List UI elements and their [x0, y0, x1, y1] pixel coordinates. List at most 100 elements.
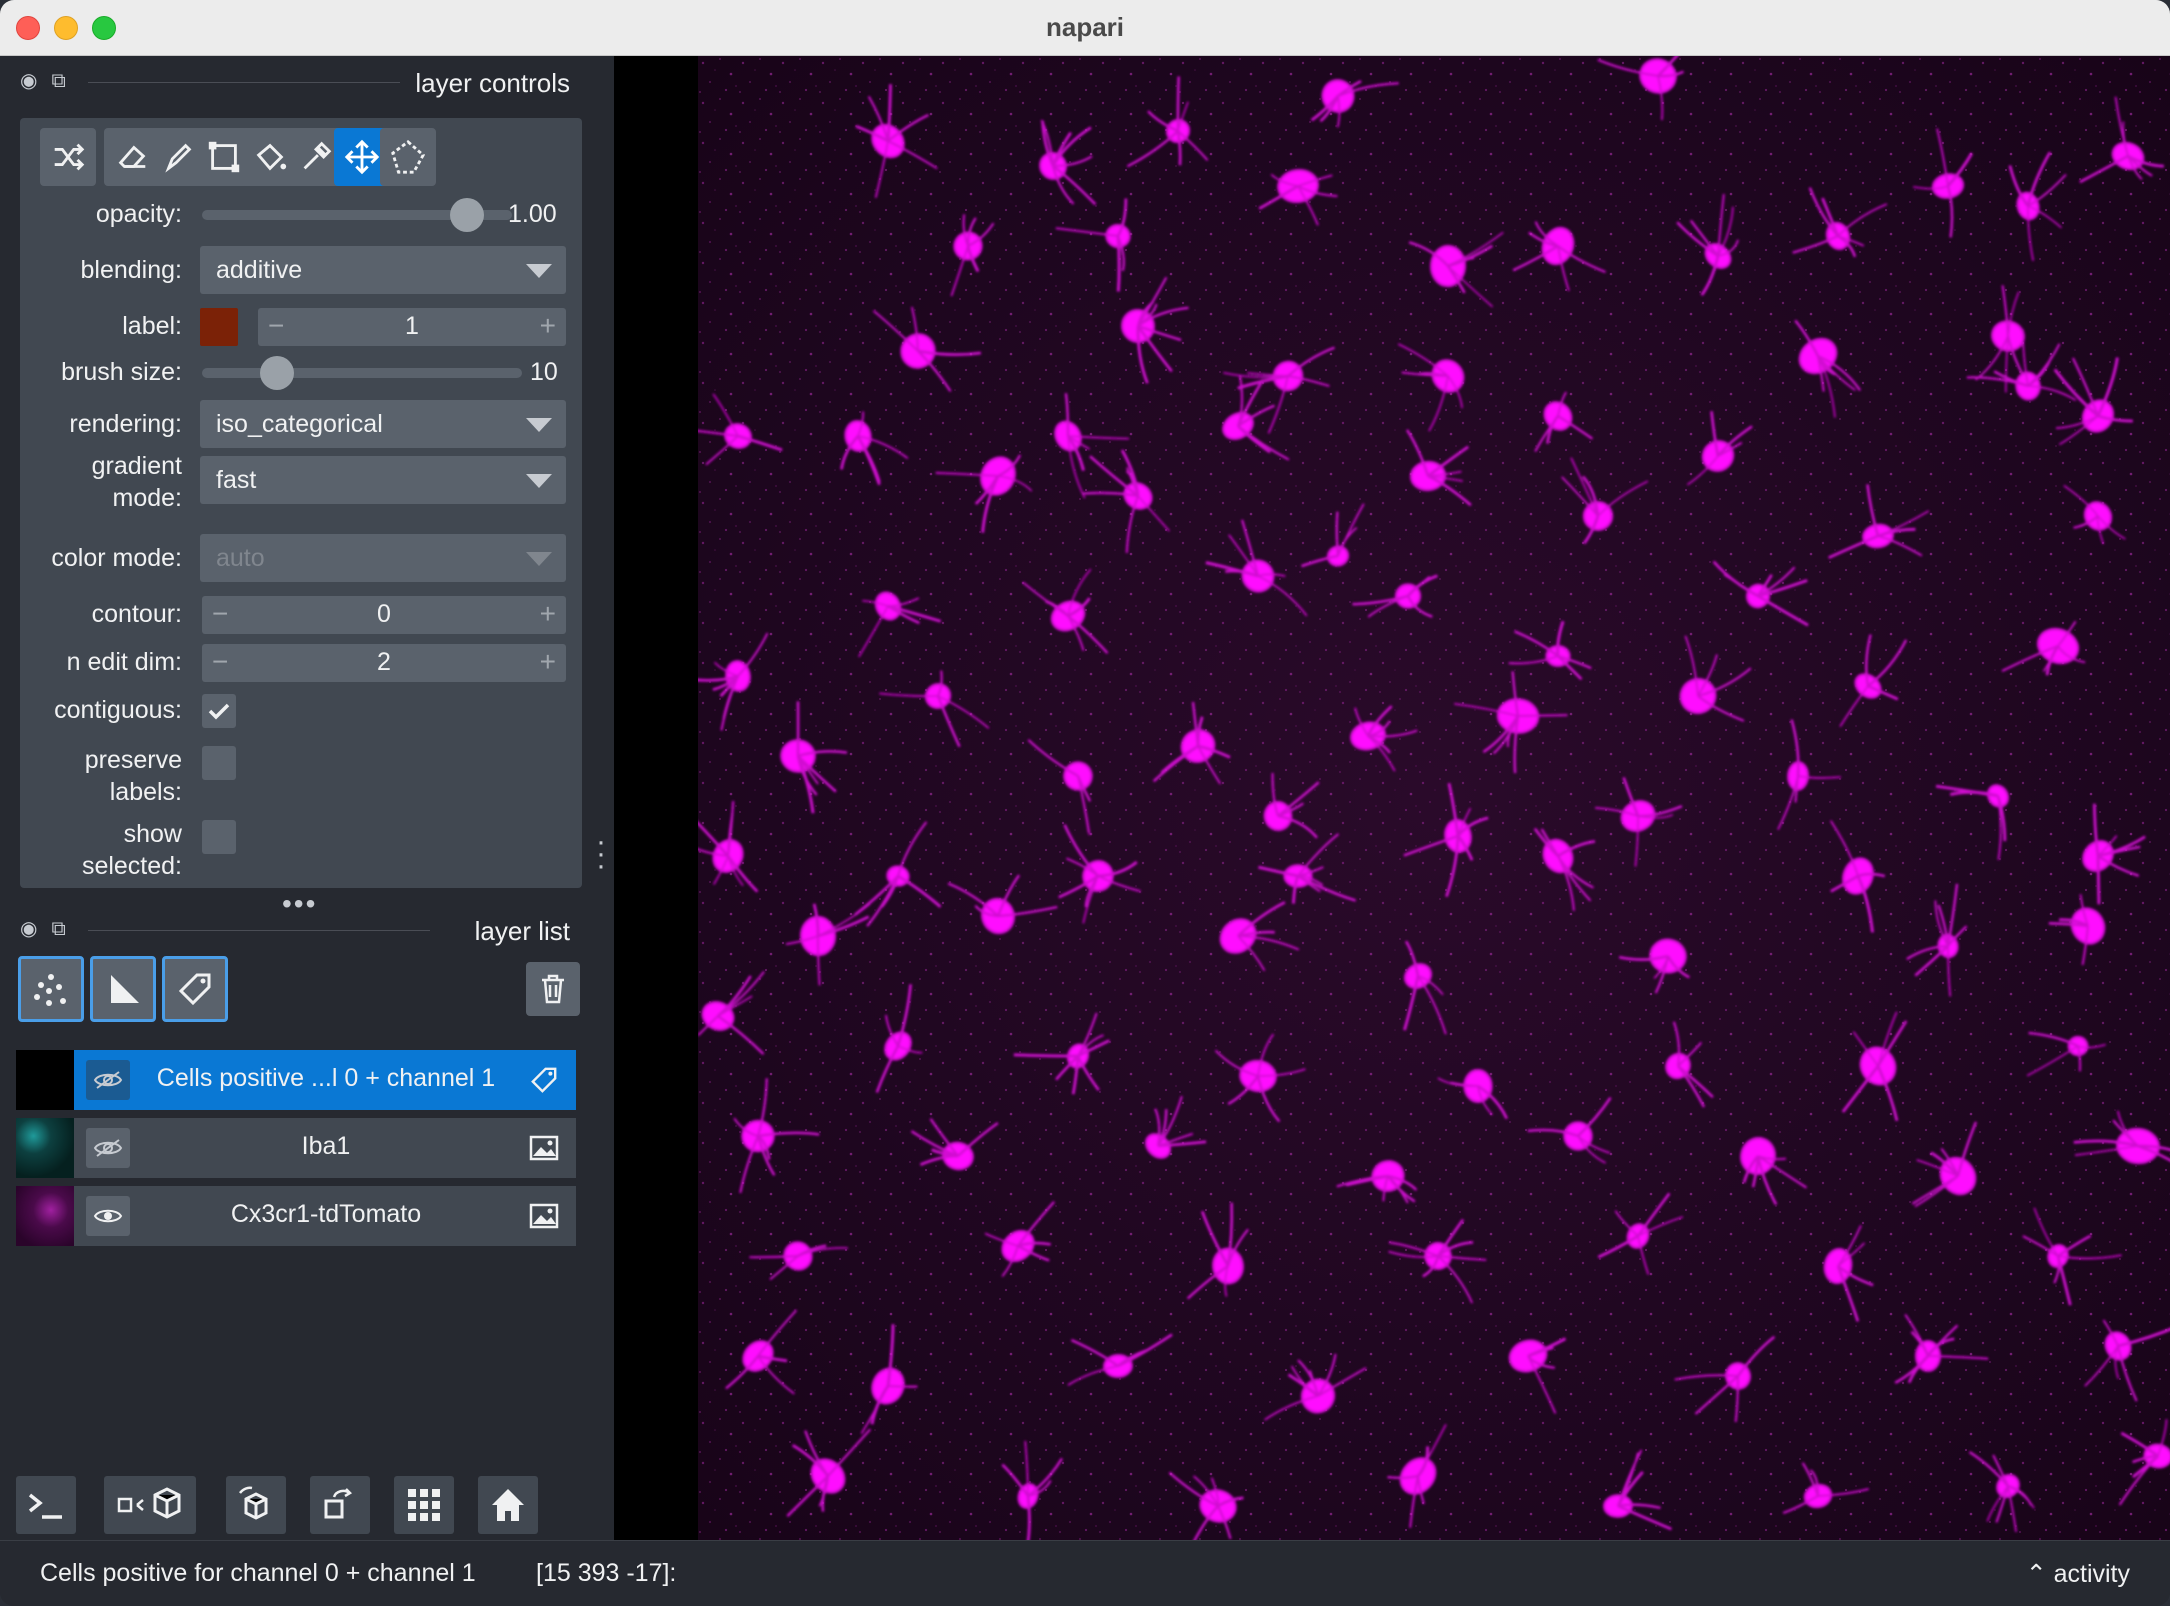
title-bar: napari — [0, 0, 2170, 56]
console-button[interactable] — [16, 1476, 76, 1534]
layer-list-title: layer list — [474, 916, 570, 946]
microscopy-image[interactable] — [698, 56, 2170, 1540]
color-mode-value: auto — [216, 544, 265, 572]
grid-view-button[interactable] — [394, 1476, 454, 1534]
dock-title-divider — [88, 930, 430, 931]
layer-visibility-toggle[interactable] — [86, 1128, 130, 1168]
layer-controls-panel: opacity: 1.00 blending: additive label: … — [20, 118, 582, 888]
label-spinbox[interactable]: − 1 + — [258, 308, 566, 346]
dock-splitter-handle[interactable]: · · · — [596, 827, 606, 881]
label-color-swatch[interactable] — [200, 308, 238, 346]
new-points-layer-button[interactable] — [18, 956, 84, 1022]
label-label: label: — [122, 312, 182, 340]
gradient-mode-dropdown[interactable]: fast — [200, 456, 566, 504]
image-icon — [529, 1135, 559, 1161]
checkmark-icon — [208, 703, 230, 720]
layer-controls-title: layer controls — [415, 68, 570, 98]
shuffle-colors-button[interactable] — [40, 128, 96, 186]
n-edit-dim-value: 2 — [377, 648, 391, 676]
cell-process — [1517, 714, 1568, 717]
layer-name[interactable]: Iba1 — [136, 1132, 516, 1161]
grid-icon — [408, 1489, 440, 1521]
brush-size-value: 10 — [530, 358, 558, 386]
transpose-button[interactable] — [310, 1476, 370, 1534]
status-layer-name: Cells positive for channel 0 + channel 1 — [40, 1559, 476, 1587]
preserve-labels-checkbox[interactable] — [202, 746, 236, 780]
polygon-select-button[interactable] — [380, 128, 436, 186]
brush-size-slider-track[interactable] — [202, 368, 522, 378]
opacity-value: 1.00 — [508, 200, 557, 228]
blending-dropdown[interactable]: additive — [200, 246, 566, 294]
opacity-label: opacity: — [95, 200, 182, 228]
home-icon — [492, 1489, 524, 1521]
layer-row-cells-positive[interactable]: Cells positive ...l 0 + channel 1 — [16, 1050, 576, 1110]
dock-float-icons[interactable]: ◉⧉ — [20, 68, 80, 93]
status-bar: Cells positive for channel 0 + channel 1… — [0, 1540, 2170, 1606]
new-shapes-layer-button[interactable] — [90, 956, 156, 1022]
chevron-down-icon — [526, 418, 552, 432]
polygon-select-icon — [391, 139, 426, 174]
transform-icon — [208, 141, 240, 173]
layer-row-iba1[interactable]: Iba1 — [16, 1118, 576, 1178]
window-title: napari — [1045, 12, 1125, 42]
labels-icon — [178, 973, 211, 1006]
pan-zoom-icon — [344, 139, 380, 175]
contour-spinbox[interactable]: − 0 + — [202, 596, 566, 634]
rendering-label: rendering: — [69, 410, 182, 438]
2d-3d-toggle-icon — [117, 1487, 181, 1519]
layer-name[interactable]: Cells positive ...l 0 + channel 1 — [136, 1064, 516, 1093]
layer-row-cx3cr1-tdtomato[interactable]: Cx3cr1-tdTomato — [16, 1186, 576, 1246]
contiguous-label: contiguous: — [54, 696, 182, 724]
activity-label: activity — [2053, 1560, 2130, 1588]
rendering-dropdown[interactable]: iso_categorical — [200, 400, 566, 448]
gradient-mode-label-line2: mode: — [112, 484, 182, 512]
layer-controls-dock-title: ◉⧉ layer controls — [0, 62, 600, 98]
n-edit-dim-spinbox[interactable]: − 2 + — [202, 644, 566, 682]
cell-process — [2096, 855, 2101, 905]
fill-bucket-icon — [256, 143, 287, 171]
cell-process — [1013, 1053, 1079, 1058]
color-mode-dropdown: auto — [200, 534, 566, 582]
preserve-labels-label-line1: preserve — [84, 746, 182, 774]
viewer-canvas[interactable] — [614, 56, 2170, 1540]
chevron-down-icon — [526, 264, 552, 278]
increment-icon[interactable]: + — [540, 310, 556, 342]
brush-size-slider-handle[interactable] — [260, 356, 294, 390]
brush-size-label: brush size: — [61, 358, 182, 386]
contour-value: 0 — [377, 600, 391, 628]
show-selected-label-line1: show — [123, 820, 182, 848]
show-selected-checkbox[interactable] — [202, 820, 236, 854]
layer-thumbnail — [16, 1050, 74, 1110]
layer-name[interactable]: Cx3cr1-tdTomato — [136, 1200, 516, 1229]
cell-process — [1116, 235, 1121, 292]
color-picker-icon — [303, 141, 332, 170]
rendering-value: iso_categorical — [216, 410, 383, 438]
terminal-icon — [28, 1493, 62, 1519]
dock-title-divider — [88, 82, 400, 83]
chevron-down-icon — [526, 474, 552, 488]
points-icon — [34, 974, 66, 1006]
layer-list-dock-title: ◉⧉ layer list — [0, 910, 600, 946]
contiguous-checkbox[interactable] — [202, 694, 236, 728]
preserve-labels-label-line2: labels: — [109, 778, 182, 806]
increment-icon[interactable]: + — [540, 598, 556, 630]
layer-visibility-toggle[interactable] — [86, 1196, 130, 1236]
gradient-mode-label-line1: gradient — [91, 452, 182, 480]
cell-process — [887, 1384, 918, 1388]
cell-process — [1176, 76, 1180, 132]
delete-layer-button[interactable] — [526, 962, 580, 1016]
image-icon — [529, 1203, 559, 1229]
ndisplay-toggle-button[interactable] — [104, 1476, 196, 1534]
increment-icon[interactable]: + — [540, 646, 556, 678]
layer-thumbnail — [16, 1186, 74, 1246]
cell-process — [1335, 511, 1340, 557]
reset-view-button[interactable] — [478, 1476, 538, 1534]
roll-dimensions-button[interactable] — [226, 1476, 286, 1534]
chevron-down-icon — [526, 552, 552, 566]
layer-visibility-toggle[interactable] — [86, 1060, 130, 1100]
opacity-slider-handle[interactable] — [450, 198, 484, 232]
dock-float-icons[interactable]: ◉⧉ — [20, 916, 80, 941]
n-edit-dim-label: n edit dim: — [66, 648, 182, 676]
new-labels-layer-button[interactable] — [162, 956, 228, 1022]
activity-button[interactable]: ⌃ activity — [2026, 1559, 2130, 1589]
